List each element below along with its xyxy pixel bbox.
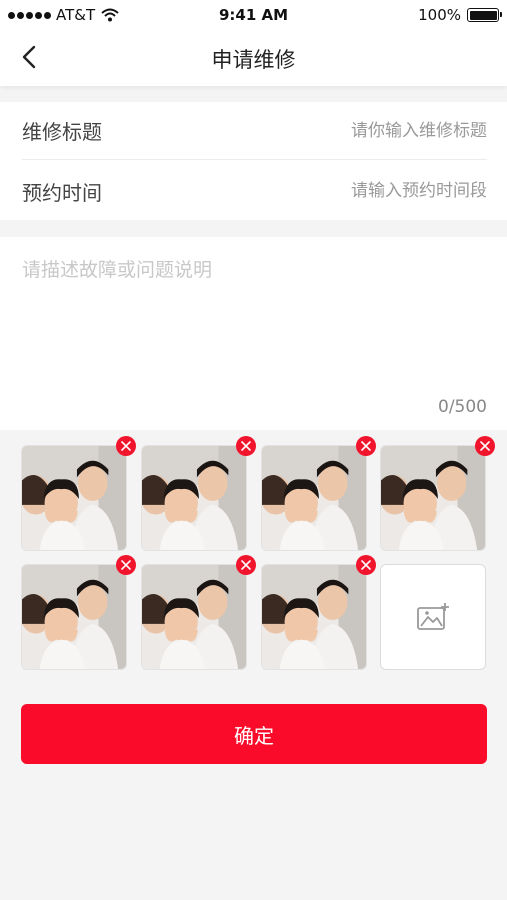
close-icon xyxy=(241,560,251,570)
photo-image xyxy=(141,564,247,670)
appointment-time-input[interactable] xyxy=(267,181,487,201)
close-icon xyxy=(361,441,371,451)
photo-image xyxy=(21,564,127,670)
photo-thumbnail[interactable] xyxy=(261,436,376,551)
page-title: 申请维修 xyxy=(211,48,296,72)
remove-photo-button[interactable] xyxy=(475,436,495,456)
photo-image xyxy=(141,445,247,551)
battery-status: 100% xyxy=(418,6,502,24)
close-icon xyxy=(121,441,131,451)
add-image-icon xyxy=(417,603,449,630)
appointment-time-row: 预约时间 xyxy=(22,162,487,220)
photo-thumbnail[interactable] xyxy=(21,436,136,551)
close-icon xyxy=(480,441,490,451)
status-bar: AT&T 9:41 AM 100% xyxy=(0,0,507,30)
photo-thumbnail[interactable] xyxy=(21,555,136,670)
photo-image xyxy=(261,445,367,551)
photo-thumbnail[interactable] xyxy=(380,436,495,551)
photo-image xyxy=(261,564,367,670)
repair-title-row: 维修标题 xyxy=(22,102,487,160)
repair-form: 维修标题 预约时间 xyxy=(0,102,507,220)
remove-photo-button[interactable] xyxy=(116,436,136,456)
battery-icon xyxy=(467,8,502,22)
nav-bar: 申请维修 xyxy=(0,30,507,86)
photo-thumbnail[interactable] xyxy=(141,555,256,670)
close-icon xyxy=(241,441,251,451)
photo-image xyxy=(380,445,486,551)
remove-photo-button[interactable] xyxy=(356,555,376,575)
add-photo-button[interactable] xyxy=(380,564,486,670)
description-card: 0/500 xyxy=(0,237,507,430)
description-input[interactable] xyxy=(22,255,487,395)
remove-photo-button[interactable] xyxy=(236,555,256,575)
photo-thumbnail[interactable] xyxy=(261,555,376,670)
photo-thumbnail[interactable] xyxy=(141,436,256,551)
remove-photo-button[interactable] xyxy=(116,555,136,575)
appointment-time-label: 预约时间 xyxy=(22,180,102,205)
battery-percent: 100% xyxy=(418,6,461,24)
photo-image xyxy=(21,445,127,551)
repair-title-label: 维修标题 xyxy=(22,120,102,144)
character-counter: 0/500 xyxy=(438,397,487,417)
confirm-button[interactable]: 确定 xyxy=(21,704,487,764)
remove-photo-button[interactable] xyxy=(356,436,376,456)
close-icon xyxy=(361,560,371,570)
remove-photo-button[interactable] xyxy=(236,436,256,456)
close-icon xyxy=(121,560,131,570)
repair-title-input[interactable] xyxy=(267,120,487,141)
